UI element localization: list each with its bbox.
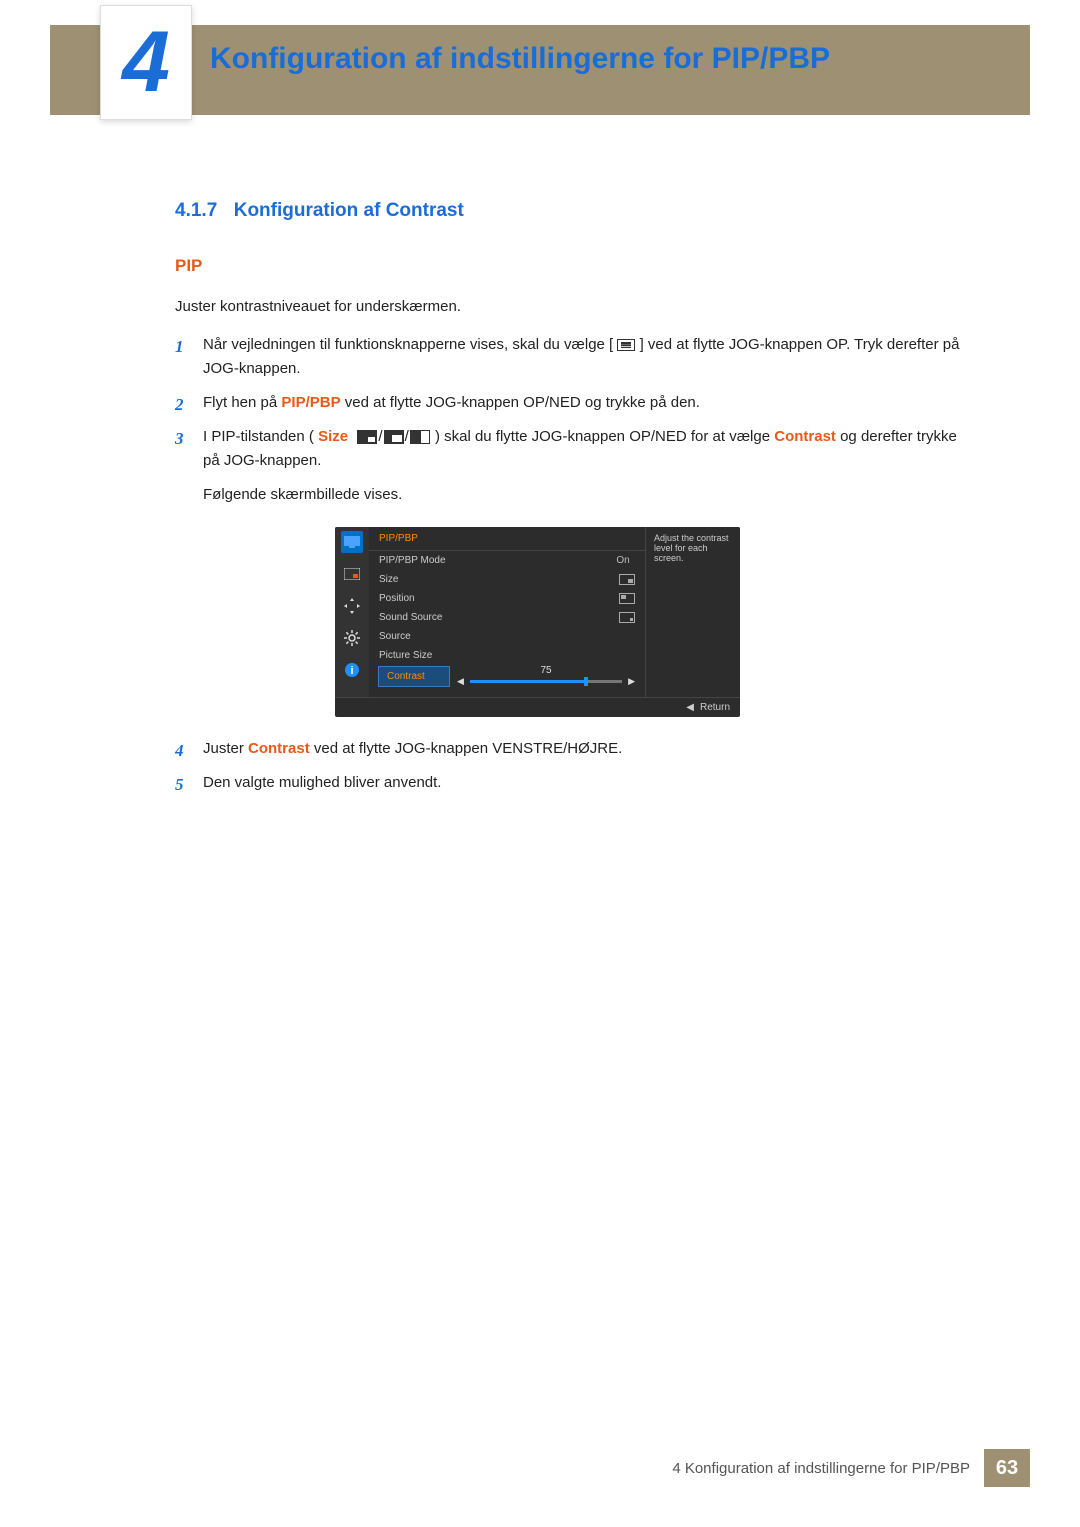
osd-row-sound: Sound Source (369, 608, 645, 627)
footer-text: 4 Konfiguration af indstillingerne for P… (672, 1460, 970, 1477)
step-3: 3 I PIP-tilstanden ( Size // ) skal du f… (175, 425, 970, 507)
section-number: 4.1.7 (175, 200, 217, 221)
step-3-text-b: ) skal du flytte JOG-knappen OP/NED for … (435, 428, 774, 445)
chapter-number: 4 (122, 13, 170, 112)
osd-slider-left-arrow: ◀ (457, 676, 464, 687)
size-small-icon (357, 430, 377, 444)
osd-row-size: Size (369, 570, 645, 589)
step-3-contrast: Contrast (774, 428, 836, 445)
rail-info-icon: i (341, 659, 363, 681)
rail-monitor-icon (341, 531, 363, 553)
osd-label-source: Source (379, 631, 411, 642)
osd-row-picsize: Picture Size (369, 646, 645, 665)
step-list-2: 4 Juster Contrast ved at flytte JOG-knap… (175, 737, 970, 795)
size-medium-icon (384, 430, 404, 444)
osd-label-mode: PIP/PBP Mode (379, 555, 446, 566)
osd-title: PIP/PBP (369, 533, 645, 551)
content: 4.1.7 Konfiguration af Contrast PIP Just… (175, 200, 970, 805)
step-4-text-a: Juster (203, 740, 248, 757)
page-footer: 4 Konfiguration af indstillingerne for P… (672, 1449, 1030, 1487)
chapter-number-box: 4 (100, 5, 192, 120)
osd-return-arrow-icon: ◀ (686, 702, 694, 713)
menu-icon (617, 339, 635, 351)
osd-value-mode: On (611, 555, 635, 566)
step-list: 1 Når vejledningen til funktionsknappern… (175, 333, 970, 507)
osd-contrast-slider (470, 680, 622, 683)
step-4: 4 Juster Contrast ved at flytte JOG-knap… (175, 737, 970, 761)
osd-footer: ◀ Return (335, 697, 740, 717)
osd-screenshot: i PIP/PBP PIP/PBP Mode On Size Position (335, 527, 970, 717)
step-1-text-a: Når vejledningen til funktionsknapperne … (203, 336, 613, 353)
section-title: Konfiguration af Contrast (234, 200, 464, 221)
rail-settings-icon (341, 627, 363, 649)
step-1: 1 Når vejledningen til funktionsknappern… (175, 333, 970, 381)
svg-text:i: i (350, 665, 353, 677)
step-2: 2 Flyt hen på PIP/PBP ved at flytte JOG-… (175, 391, 970, 415)
step-3-size: Size (318, 428, 348, 445)
osd-label-position: Position (379, 593, 415, 604)
step-2-text-a: Flyt hen på (203, 394, 281, 411)
rail-move-icon (341, 595, 363, 617)
section-heading: 4.1.7 Konfiguration af Contrast (175, 200, 970, 222)
step-4-text-b: ved at flytte JOG-knappen VENSTRE/HØJRE. (314, 740, 622, 757)
osd-help-panel: Adjust the contrast level for each scree… (645, 527, 740, 697)
step-4-contrast: Contrast (248, 740, 310, 757)
page-number: 63 (984, 1449, 1030, 1487)
step-3-text-d: Følgende skærmbillede vises. (203, 483, 970, 507)
osd-size-icon (619, 574, 635, 585)
rail-picture-icon (341, 563, 363, 585)
osd-main-panel: PIP/PBP PIP/PBP Mode On Size Position (369, 527, 645, 697)
intro-text: Juster kontrastniveauet for underskærmen… (175, 298, 970, 315)
osd-row-position: Position (369, 589, 645, 608)
step-5: 5 Den valgte mulighed bliver anvendt. (175, 771, 970, 795)
osd-slider-value: 75 (457, 665, 635, 676)
osd-slider-right-arrow: ▶ (628, 676, 635, 687)
osd-row-contrast: Contrast (379, 667, 449, 686)
osd-help-text: Adjust the contrast level for each scree… (654, 533, 729, 563)
sub-heading-pip: PIP (175, 256, 970, 276)
osd-label-picsize: Picture Size (379, 650, 432, 661)
osd-row-source: Source (369, 627, 645, 646)
osd-label-contrast: Contrast (387, 671, 425, 682)
osd-return-label: Return (700, 702, 730, 713)
osd-position-icon (619, 593, 635, 604)
osd-side-rail: i (335, 527, 369, 697)
step-2-text-b: ved at flytte JOG-knappen OP/NED og tryk… (345, 394, 700, 411)
osd-row-mode: PIP/PBP Mode On (369, 551, 645, 570)
osd-label-size: Size (379, 574, 398, 585)
chapter-title: Konfiguration af indstillingerne for PIP… (210, 42, 830, 76)
size-half-icon (410, 430, 430, 444)
step-5-text: Den valgte mulighed bliver anvendt. (203, 774, 441, 791)
osd-sound-icon (619, 612, 635, 623)
step-2-pip-pbp: PIP/PBP (281, 394, 340, 411)
step-3-text-a: I PIP-tilstanden ( (203, 428, 314, 445)
osd-label-sound: Sound Source (379, 612, 442, 623)
